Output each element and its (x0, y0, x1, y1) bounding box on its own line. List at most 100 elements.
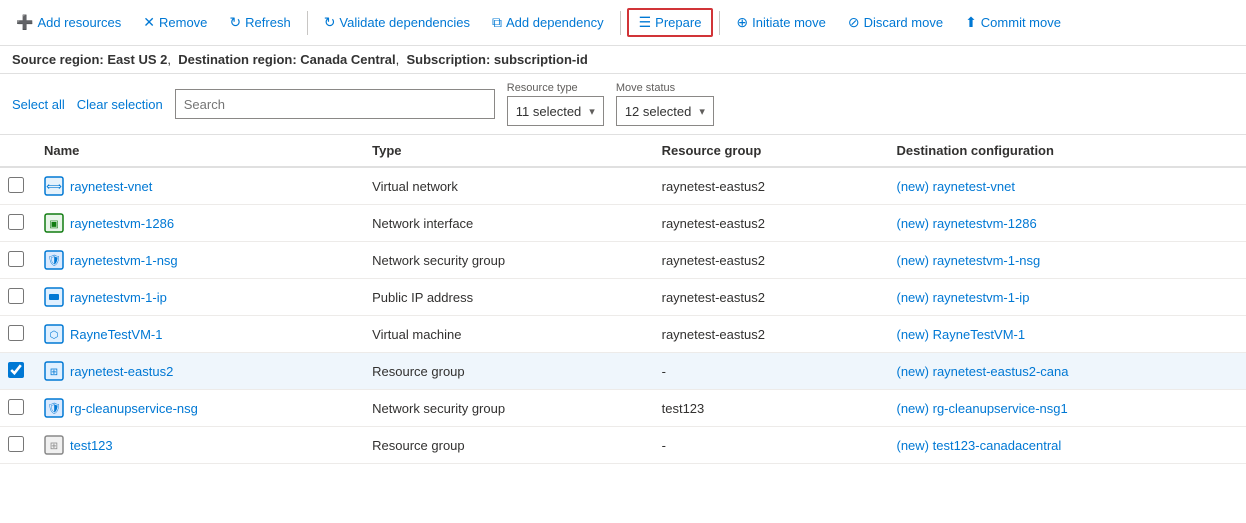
resource-name-link[interactable]: raynetest-eastus2 (70, 364, 173, 379)
header-checkbox-cell (0, 135, 32, 167)
row-checkbox-cell (0, 353, 32, 390)
search-input[interactable] (175, 89, 495, 119)
subscription-id: subscription-id (494, 52, 588, 67)
row-checkbox-cell (0, 205, 32, 242)
row-destination-cell: (new) test123-canadacentral (885, 427, 1246, 464)
row-type-cell: Virtual network (360, 167, 649, 205)
row-destination-cell: (new) rg-cleanupservice-nsg1 (885, 390, 1246, 427)
table-header-row: Name Type Resource group Destination con… (0, 135, 1246, 167)
table-row: ⬡ RayneTestVM-1 Virtual machine raynetes… (0, 316, 1246, 353)
destination-link[interactable]: (new) raynetest-eastus2-cana (897, 364, 1069, 379)
table-row: 🛡 raynetestvm-1-nsg Network security gro… (0, 242, 1246, 279)
validate-dependencies-button[interactable]: ↻ Validate dependencies (314, 10, 480, 35)
rg2-icon: ⊞ (44, 435, 64, 455)
refresh-icon: ↻ (229, 14, 241, 31)
svg-text:⊞: ⊞ (50, 441, 58, 452)
add-dependency-button[interactable]: ⧉ Add dependency (482, 10, 614, 35)
destination-link[interactable]: (new) raynetestvm-1286 (897, 216, 1037, 231)
resource-type-dropdown[interactable]: 11 selected ▾ (507, 96, 604, 126)
row-resource-group-cell: - (650, 427, 885, 464)
refresh-button[interactable]: ↻ Refresh (219, 10, 300, 35)
row-resource-group-cell: - (650, 353, 885, 390)
toolbar: ➕ Add resources ✕ Remove ↻ Refresh ↻ Val… (0, 0, 1246, 46)
info-bar: Source region: East US 2, Destination re… (0, 46, 1246, 74)
row-type-cell: Network interface (360, 205, 649, 242)
table-row: ⊞ test123 Resource group - (new) test123… (0, 427, 1246, 464)
commit-move-button[interactable]: ⬆ Commit move (955, 10, 1071, 35)
destination-link[interactable]: (new) raynetestvm-1-ip (897, 290, 1030, 305)
row-name-cell: ⊞ raynetest-eastus2 (32, 353, 360, 390)
vnet-icon: ⟺ (44, 176, 64, 196)
clear-selection-link[interactable]: Clear selection (77, 97, 163, 112)
source-region: East US 2 (107, 52, 167, 67)
row-checkbox[interactable] (8, 362, 24, 378)
destination-link[interactable]: (new) RayneTestVM-1 (897, 327, 1026, 342)
row-name-cell: raynetestvm-1-ip (32, 279, 360, 316)
row-resource-group-cell: test123 (650, 390, 885, 427)
resource-type-wrapper: Resource type 11 selected ▾ (507, 82, 604, 126)
resource-type-value: 11 selected (516, 104, 582, 119)
row-resource-group-cell: raynetest-eastus2 (650, 316, 885, 353)
initiate-move-button[interactable]: ⊕ Initiate move (726, 10, 835, 35)
row-checkbox[interactable] (8, 214, 24, 230)
nsg-icon: 🛡 (44, 398, 64, 418)
table-row: ▣ raynetestvm-1286 Network interface ray… (0, 205, 1246, 242)
row-resource-group-cell: raynetest-eastus2 (650, 279, 885, 316)
select-all-link[interactable]: Select all (12, 97, 65, 112)
resource-name-link[interactable]: test123 (70, 438, 113, 453)
add-resources-button[interactable]: ➕ Add resources (6, 10, 131, 35)
row-checkbox[interactable] (8, 177, 24, 193)
row-destination-cell: (new) raynetestvm-1-ip (885, 279, 1246, 316)
resource-name-link[interactable]: rg-cleanupservice-nsg (70, 401, 198, 416)
destination-link[interactable]: (new) raynetestvm-1-nsg (897, 253, 1041, 268)
destination-link[interactable]: (new) test123-canadacentral (897, 438, 1062, 453)
svg-text:▣: ▣ (49, 219, 58, 230)
destination-link[interactable]: (new) raynetest-vnet (897, 179, 1016, 194)
row-resource-group-cell: raynetest-eastus2 (650, 205, 885, 242)
row-type-cell: Virtual machine (360, 316, 649, 353)
row-checkbox-cell (0, 242, 32, 279)
row-checkbox[interactable] (8, 325, 24, 341)
toolbar-divider-1 (307, 11, 308, 35)
row-destination-cell: (new) raynetestvm-1-nsg (885, 242, 1246, 279)
remove-icon: ✕ (143, 14, 155, 31)
row-name-cell: ▣ raynetestvm-1286 (32, 205, 360, 242)
move-status-value: 12 selected (625, 104, 692, 119)
resource-name-link[interactable]: raynetestvm-1-nsg (70, 253, 178, 268)
vm-icon: ⬡ (44, 324, 64, 344)
discard-move-button[interactable]: ⊘ Discard move (838, 10, 953, 35)
row-checkbox[interactable] (8, 251, 24, 267)
svg-text:⬡: ⬡ (50, 330, 59, 341)
col-resource-group: Resource group (650, 135, 885, 167)
row-checkbox[interactable] (8, 436, 24, 452)
row-type-cell: Network security group (360, 242, 649, 279)
row-checkbox[interactable] (8, 288, 24, 304)
row-checkbox[interactable] (8, 399, 24, 415)
row-destination-cell: (new) raynetestvm-1286 (885, 205, 1246, 242)
resource-name-link[interactable]: RayneTestVM-1 (70, 327, 162, 342)
resource-name-link[interactable]: raynetest-vnet (70, 179, 152, 194)
resource-name-link[interactable]: raynetestvm-1286 (70, 216, 174, 231)
dependency-icon: ⧉ (492, 14, 502, 31)
validate-icon: ↻ (324, 14, 336, 31)
row-resource-group-cell: raynetest-eastus2 (650, 242, 885, 279)
row-checkbox-cell (0, 316, 32, 353)
resource-name-link[interactable]: raynetestvm-1-ip (70, 290, 167, 305)
table-row: ⟺ raynetest-vnet Virtual network raynete… (0, 167, 1246, 205)
prepare-button[interactable]: ☰ Prepare (627, 8, 714, 37)
table-row: 🛡 rg-cleanupservice-nsg Network security… (0, 390, 1246, 427)
row-checkbox-cell (0, 279, 32, 316)
chevron-down-icon: ▾ (589, 105, 595, 118)
row-type-cell: Public IP address (360, 279, 649, 316)
row-destination-cell: (new) raynetest-vnet (885, 167, 1246, 205)
move-status-label: Move status (616, 82, 714, 94)
chevron-down-icon-2: ▾ (699, 105, 705, 118)
toolbar-divider-2 (620, 11, 621, 35)
destination-link[interactable]: (new) rg-cleanupservice-nsg1 (897, 401, 1068, 416)
table-row: ⊞ raynetest-eastus2 Resource group - (ne… (0, 353, 1246, 390)
row-name-cell: ⊞ test123 (32, 427, 360, 464)
move-status-dropdown[interactable]: 12 selected ▾ (616, 96, 714, 126)
remove-button[interactable]: ✕ Remove (133, 10, 217, 35)
row-name-cell: 🛡 raynetestvm-1-nsg (32, 242, 360, 279)
dest-region: Canada Central (300, 52, 395, 67)
